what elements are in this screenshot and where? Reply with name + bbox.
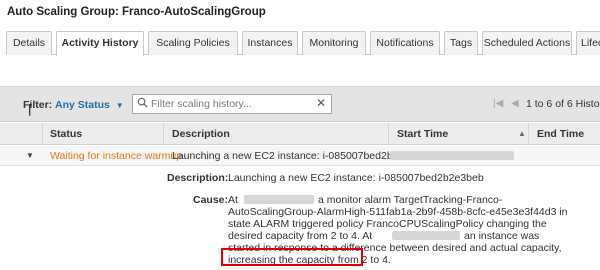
tab-scheduled-actions[interactable]: Scheduled Actions bbox=[482, 31, 572, 55]
detail-cause-label: Cause: bbox=[193, 194, 229, 206]
tab-details[interactable]: Details bbox=[6, 31, 52, 55]
chevron-down-icon: ▼ bbox=[115, 101, 124, 110]
table-header: Status Description Start Time ▲ End Time bbox=[0, 123, 600, 145]
column-divider bbox=[388, 123, 389, 145]
highlight-box bbox=[221, 248, 363, 266]
column-header-start-time[interactable]: Start Time bbox=[397, 128, 448, 140]
clear-icon[interactable]: ✕ bbox=[316, 96, 326, 110]
prev-page-icon[interactable]: ◀ bbox=[511, 98, 519, 109]
redacted-start-time bbox=[390, 151, 514, 160]
table-row[interactable]: ▼ Waiting for instance warmup Launching … bbox=[0, 146, 600, 166]
cause-line: state ALARM triggered policy FrancoCPUSc… bbox=[228, 218, 547, 230]
pagination-text: 1 to 6 of 6 History bbox=[526, 98, 600, 110]
cause-line: an instance was bbox=[464, 230, 540, 242]
column-divider bbox=[42, 123, 43, 145]
tab-notifications[interactable]: Notifications bbox=[370, 31, 440, 55]
tab-bar: Details Activity History Scaling Policie… bbox=[6, 31, 600, 56]
tab-activity-history[interactable]: Activity History bbox=[56, 31, 144, 56]
column-divider bbox=[528, 123, 529, 145]
cause-line: At bbox=[228, 194, 238, 206]
search-icon bbox=[137, 97, 148, 108]
redacted-timestamp bbox=[244, 195, 314, 204]
mouse-cursor-icon: ⌈ bbox=[28, 102, 34, 117]
expand-triangle-icon[interactable]: ▼ bbox=[26, 151, 34, 160]
cause-line: AutoScalingGroup-AlarmHigh-511fab1a-2b9f… bbox=[228, 206, 568, 218]
detail-description-label: Description: bbox=[167, 172, 229, 184]
detail-description-value: Launching a new EC2 instance: i-085007be… bbox=[228, 172, 484, 184]
redacted-timestamp bbox=[392, 231, 460, 240]
status-filter-dropdown[interactable]: Any Status ▼ bbox=[55, 99, 124, 111]
column-header-status[interactable]: Status bbox=[50, 128, 82, 140]
tab-lifecycle[interactable]: Lifecy bbox=[576, 31, 600, 55]
sort-icon[interactable]: ▲ bbox=[518, 129, 526, 138]
tab-monitoring[interactable]: Monitoring bbox=[302, 31, 366, 55]
search-input[interactable] bbox=[151, 96, 311, 112]
tab-instances[interactable]: Instances bbox=[242, 31, 298, 55]
status-filter-value: Any Status bbox=[55, 99, 110, 111]
cause-line: desired capacity from 2 to 4. At bbox=[228, 230, 373, 242]
tab-scaling-policies[interactable]: Scaling Policies bbox=[148, 31, 238, 55]
column-divider bbox=[163, 123, 164, 145]
search-box: ✕ bbox=[132, 94, 332, 114]
column-header-description[interactable]: Description bbox=[172, 128, 230, 140]
tab-tags[interactable]: Tags bbox=[444, 31, 478, 55]
first-page-icon[interactable]: |◀ bbox=[493, 98, 503, 109]
column-header-end-time[interactable]: End Time bbox=[537, 128, 584, 140]
cause-line: a monitor alarm TargetTracking-Franco- bbox=[318, 194, 503, 206]
status-cell: Waiting for instance warmup bbox=[50, 150, 183, 162]
page-title: Auto Scaling Group: Franco-AutoScalingGr… bbox=[7, 6, 266, 18]
